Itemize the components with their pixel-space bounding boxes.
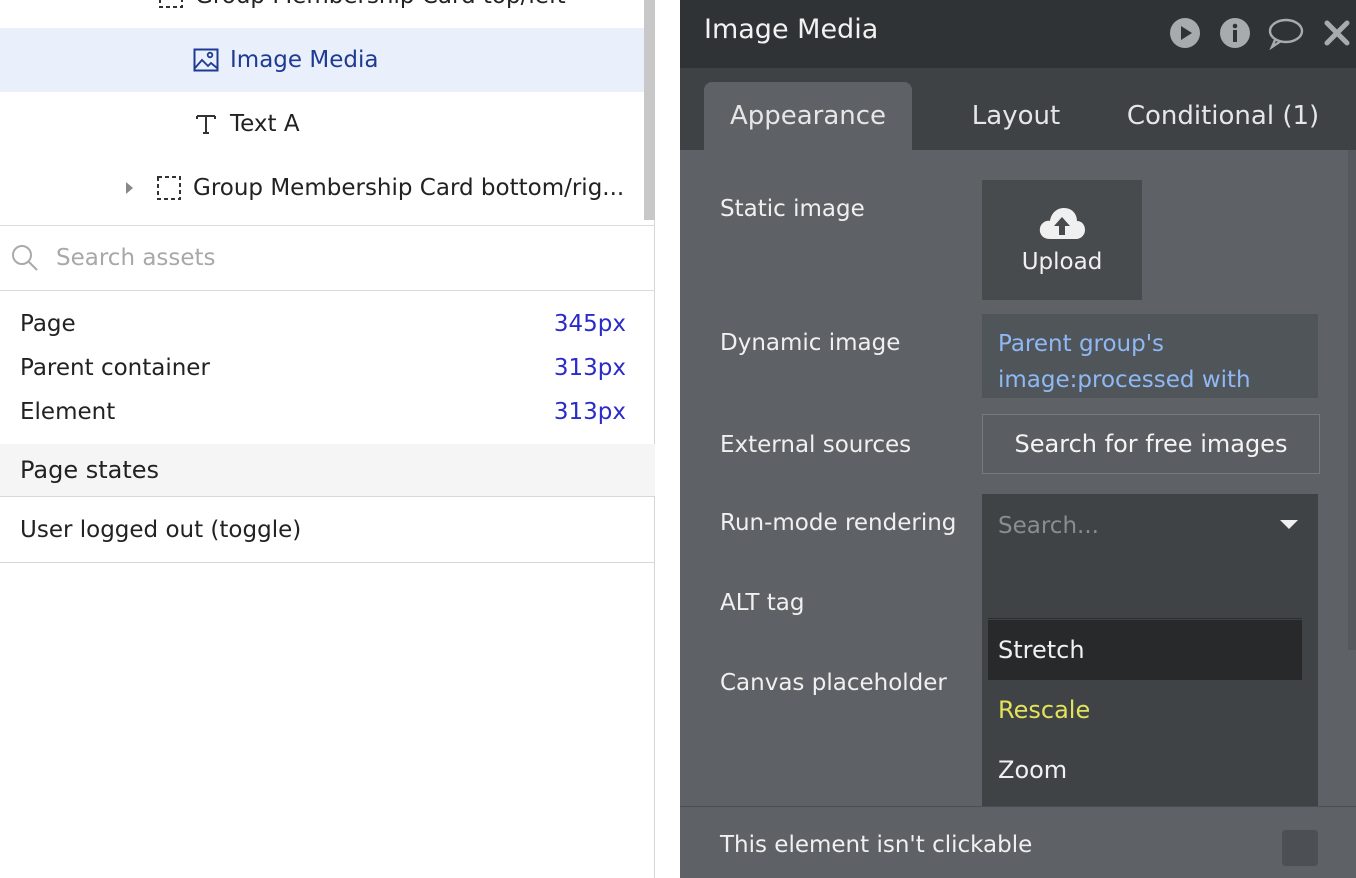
dimension-row-parent: Parent container 313px xyxy=(20,346,626,390)
group-icon xyxy=(157,0,185,10)
cloud-upload-icon xyxy=(1039,208,1085,239)
dynamic-image-expression[interactable]: Parent group's image:processed with Imgi… xyxy=(982,314,1318,398)
inspector-header: Image Media xyxy=(680,0,1356,68)
upload-label: Upload xyxy=(1021,249,1103,275)
run-mode-rendering-label: Run-mode rendering xyxy=(720,510,957,536)
search-free-images-button[interactable]: Search for free images xyxy=(982,414,1320,474)
property-inspector: Image Media Appearance Layout Conditiona… xyxy=(680,0,1356,878)
element-tree-panel: Group Membership Card top/left Image Med… xyxy=(0,0,655,878)
inspector-tabs: Appearance Layout Conditional (1) xyxy=(680,68,1356,150)
search-icon xyxy=(12,245,38,271)
play-icon[interactable] xyxy=(1168,16,1202,50)
divider xyxy=(680,806,1356,807)
text-icon xyxy=(192,110,220,138)
inspector-scrollbar[interactable] xyxy=(1348,150,1356,650)
tree-item-label: Group Membership Card top/left xyxy=(195,0,566,9)
canvas-placeholder-label: Canvas placeholder xyxy=(720,670,947,696)
tree-scrollbar[interactable] xyxy=(644,0,655,220)
tab-appearance[interactable]: Appearance xyxy=(704,82,912,150)
upload-button[interactable]: Upload xyxy=(982,180,1142,300)
page-state-item[interactable]: User logged out (toggle) xyxy=(0,498,655,563)
tree-item-label: Group Membership Card bottom/rig... xyxy=(193,175,625,201)
tree-item-group-bottom-right[interactable]: Group Membership Card bottom/rig... xyxy=(0,156,644,220)
tab-layout[interactable]: Layout xyxy=(936,82,1096,150)
not-clickable-checkbox[interactable] xyxy=(1282,830,1318,866)
dimension-label: Parent container xyxy=(20,355,210,381)
divider xyxy=(988,618,1302,619)
dimension-value: 313px xyxy=(553,355,626,381)
page-states-heading: Page states xyxy=(0,444,655,497)
group-icon xyxy=(155,174,183,202)
tree-item-label: Image Media xyxy=(230,47,379,73)
comment-icon[interactable] xyxy=(1267,16,1305,50)
inspector-title: Image Media xyxy=(704,14,879,45)
dimension-value: 345px xyxy=(553,311,626,337)
tree-item-image-media[interactable]: Image Media xyxy=(0,28,644,92)
dropdown-option-zoom[interactable]: Zoom xyxy=(988,740,1302,800)
tree-item-text-a[interactable]: Text A xyxy=(0,92,644,156)
close-icon[interactable] xyxy=(1320,16,1354,50)
dropdown-option-stretch[interactable]: Stretch xyxy=(988,620,1302,680)
tree-item-label: Text A xyxy=(230,111,300,137)
dropdown-option-rescale[interactable]: Rescale xyxy=(988,680,1302,740)
tree-item-group-top-left[interactable]: Group Membership Card top/left xyxy=(0,0,644,28)
search-assets-bar xyxy=(0,226,655,291)
expand-arrow-icon[interactable] xyxy=(126,182,133,194)
dimension-row-element: Element 313px xyxy=(20,390,626,434)
info-icon[interactable] xyxy=(1218,16,1252,50)
image-icon xyxy=(192,46,220,74)
tab-conditional[interactable]: Conditional (1) xyxy=(1120,82,1326,150)
static-image-label: Static image xyxy=(720,196,865,222)
dynamic-image-label: Dynamic image xyxy=(720,330,901,356)
search-assets-input[interactable] xyxy=(56,245,616,271)
alt-tag-label: ALT tag xyxy=(720,590,805,616)
dimension-value: 313px xyxy=(553,399,626,425)
external-sources-label: External sources xyxy=(720,432,912,458)
dropdown-search-input[interactable]: Search... xyxy=(982,494,1318,558)
run-mode-dropdown[interactable]: Search... Stretch Rescale Zoom xyxy=(982,494,1318,806)
chevron-down-icon[interactable] xyxy=(1280,520,1298,529)
not-clickable-label: This element isn't clickable xyxy=(720,832,1033,858)
dimension-label: Page xyxy=(20,311,76,337)
dimension-label: Element xyxy=(20,399,116,425)
dimension-row-page: Page 345px xyxy=(20,302,626,346)
